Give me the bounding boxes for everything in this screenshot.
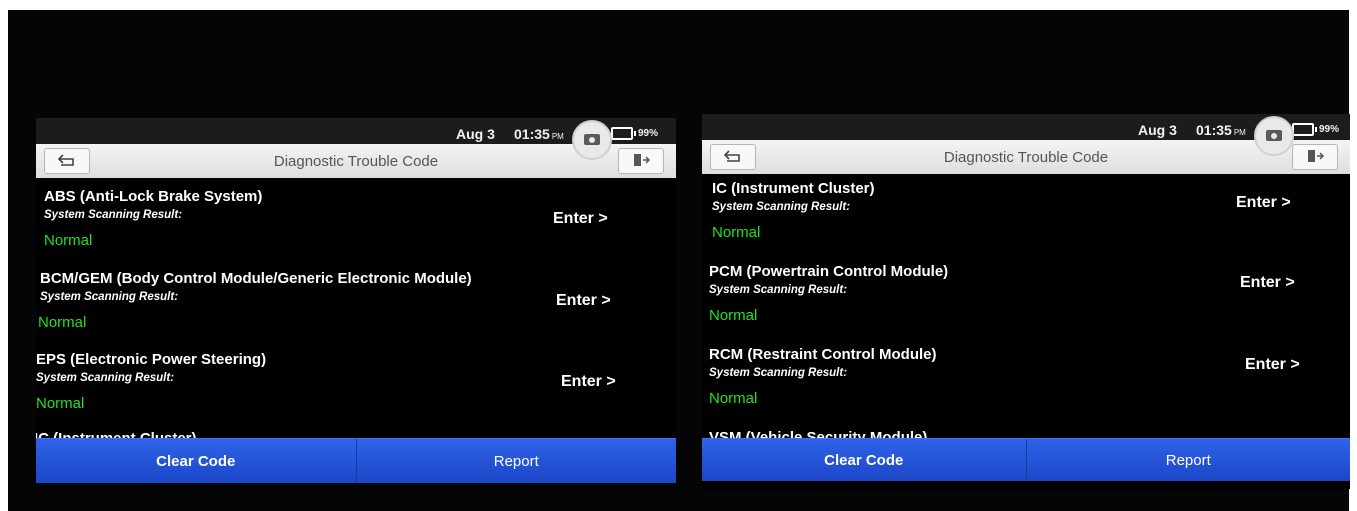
- status-time: 01:35 PM: [1196, 122, 1246, 138]
- module-row[interactable]: BCM/GEM (Body Control Module/Generic Ele…: [36, 270, 676, 354]
- bottom-action-bar: Clear Code Report: [702, 438, 1350, 481]
- module-name: PCM (Powertrain Control Module): [709, 263, 949, 280]
- enter-button[interactable]: Enter >: [1245, 356, 1300, 374]
- status-time: 01:35 PM: [514, 126, 564, 142]
- exit-button[interactable]: [1292, 144, 1338, 170]
- status-date: Aug 3: [1138, 122, 1177, 138]
- module-name: IC (Instrument Cluster): [712, 180, 875, 197]
- right-border: [1349, 0, 1357, 511]
- scan-status: Normal: [36, 395, 85, 412]
- enter-button[interactable]: Enter >: [553, 210, 608, 228]
- scan-status: Normal: [709, 307, 758, 324]
- scan-result-label: System Scanning Result:: [36, 372, 175, 384]
- module-name: ABS (Anti-Lock Brake System): [44, 188, 263, 205]
- right-tablet-screen: Aug 3 01:35 PM 99% Diagnostic Trouble Cod…: [702, 114, 1350, 489]
- exit-button[interactable]: [618, 148, 664, 174]
- battery-icon: [1292, 123, 1317, 136]
- module-name: BCM/GEM (Body Control Module/Generic Ele…: [40, 270, 472, 287]
- scan-status: Normal: [44, 232, 93, 249]
- scan-status: Normal: [709, 390, 758, 407]
- enter-button[interactable]: Enter >: [1236, 194, 1291, 212]
- page-title: Diagnostic Trouble Code: [943, 149, 1109, 166]
- enter-button[interactable]: Enter >: [1240, 274, 1295, 292]
- report-button[interactable]: Report: [1025, 439, 1351, 481]
- module-row[interactable]: IC (Instrument Cluster) System Scanning …: [702, 180, 1350, 264]
- enter-button[interactable]: Enter >: [556, 292, 611, 310]
- module-name: EPS (Electronic Power Steering): [36, 351, 267, 368]
- enter-button[interactable]: Enter >: [561, 373, 616, 391]
- module-row[interactable]: ABS (Anti-Lock Brake System) System Scan…: [36, 188, 676, 272]
- left-border: [0, 0, 8, 511]
- module-row[interactable]: PCM (Powertrain Control Module) System S…: [702, 263, 1350, 347]
- top-border: [0, 0, 1357, 10]
- scan-result-label: System Scanning Result:: [44, 209, 183, 221]
- report-button[interactable]: Report: [355, 439, 677, 483]
- battery-icon: [611, 127, 636, 140]
- scan-result-label: System Scanning Result:: [40, 291, 179, 303]
- clear-code-button[interactable]: Clear Code: [36, 439, 356, 483]
- exit-door-icon: [634, 154, 651, 166]
- scan-result-label: System Scanning Result:: [712, 201, 851, 213]
- battery-percent: 99%: [638, 128, 659, 139]
- scan-result-label: System Scanning Result:: [709, 367, 848, 379]
- scan-status: Normal: [712, 224, 761, 241]
- camera-icon[interactable]: [1254, 116, 1294, 156]
- bottom-action-bar: Clear Code Report: [36, 438, 676, 483]
- title-bar: Diagnostic Trouble Code: [702, 140, 1350, 174]
- module-name: RCM (Restraint Control Module): [709, 346, 937, 363]
- status-bar: Aug 3 01:35 PM 99%: [702, 114, 1350, 140]
- status-date: Aug 3: [456, 126, 495, 142]
- clear-code-button[interactable]: Clear Code: [702, 439, 1026, 481]
- camera-icon[interactable]: [572, 120, 612, 160]
- exit-door-icon: [1308, 150, 1325, 162]
- battery-percent: 99%: [1319, 124, 1340, 135]
- module-row[interactable]: RCM (Restraint Control Module) System Sc…: [702, 346, 1350, 430]
- left-tablet-screen: Aug 3 01:35 PM 99% Diagnostic Trouble Cod…: [36, 118, 676, 483]
- module-row[interactable]: EPS (Electronic Power Steering) System S…: [36, 351, 676, 435]
- scan-status: Normal: [38, 314, 87, 331]
- scan-result-label: System Scanning Result:: [709, 284, 848, 296]
